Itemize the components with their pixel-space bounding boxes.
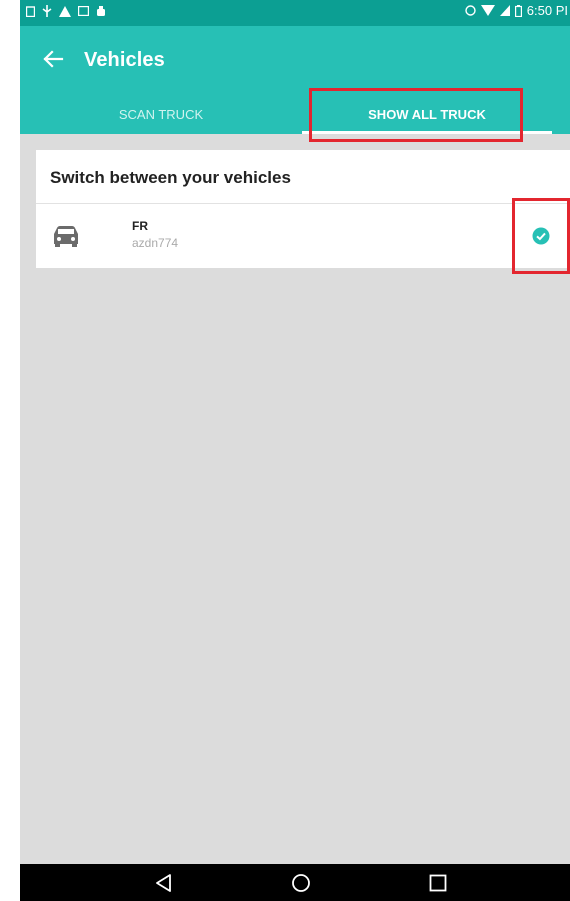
- battery-icon: [514, 4, 522, 17]
- page-title: Vehicles: [84, 49, 165, 71]
- android-icon: [97, 5, 105, 16]
- navigation-bar: [20, 864, 570, 901]
- usb-icon: [42, 5, 52, 17]
- status-bar: 6:50 PI: [20, 0, 570, 26]
- app-bar: Vehicles SCAN TRUCK SHOW ALL TRUCK: [20, 26, 570, 142]
- vehicles-card: Switch between your vehicles FR azdn774: [36, 150, 570, 268]
- clipboard-icon: [26, 5, 35, 17]
- image-icon: [78, 6, 89, 16]
- vehicle-plate: azdn774: [132, 236, 179, 250]
- car-icon: [54, 226, 78, 247]
- warning-icon: [59, 5, 71, 17]
- tab-scan-truck-label: SCAN TRUCK: [118, 106, 204, 122]
- sync-icon: [465, 5, 476, 16]
- highlight-box-tab: [309, 88, 523, 142]
- tab-scan-truck[interactable]: SCAN TRUCK: [20, 94, 302, 134]
- highlight-box-checkmark: [512, 198, 570, 274]
- vehicle-list-item[interactable]: FR azdn774: [36, 204, 570, 268]
- app-screen: 6:50 PI Vehicles SCAN TRUCK SHOW ALL TRU…: [20, 0, 570, 901]
- clock: 6:50 PI: [526, 3, 568, 18]
- back-triangle-icon[interactable]: [154, 873, 174, 893]
- vehicle-name: FR: [132, 219, 148, 233]
- notification-icons: [26, 5, 106, 17]
- signal-icon: [499, 5, 510, 16]
- home-circle-icon[interactable]: [291, 873, 311, 893]
- wifi-icon: [480, 5, 495, 16]
- arrow-left-icon[interactable]: [40, 46, 66, 72]
- recents-square-icon[interactable]: [428, 873, 448, 893]
- system-status-icons: 6:50 PI: [465, 3, 568, 18]
- card-title: Switch between your vehicles: [50, 168, 291, 187]
- card-header: Switch between your vehicles: [36, 150, 570, 204]
